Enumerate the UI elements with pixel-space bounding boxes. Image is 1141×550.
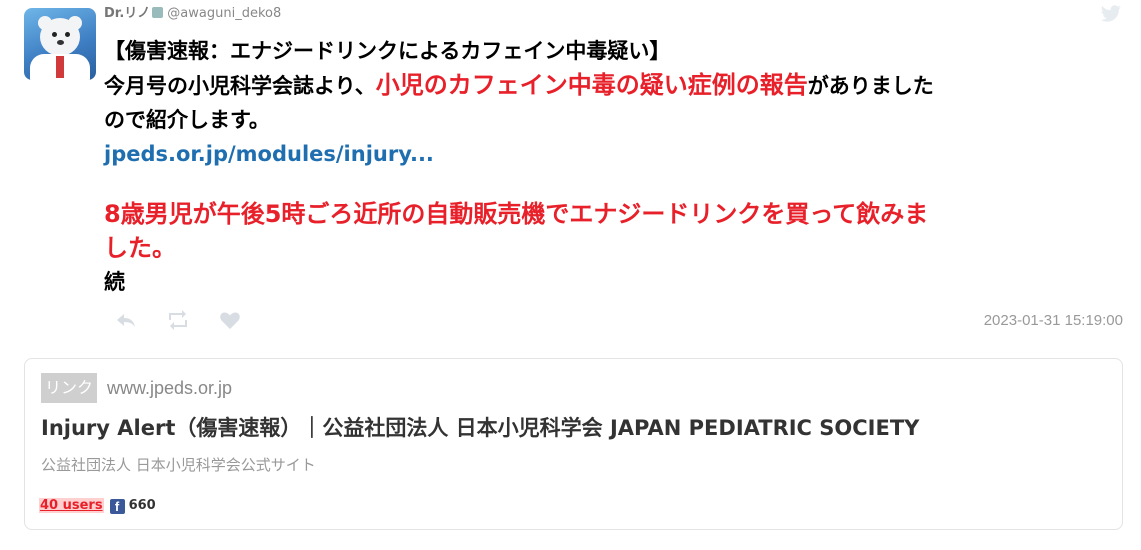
card-domain[interactable]: www.jpeds.or.jp [107, 373, 232, 403]
bookmark-users-link[interactable]: 40 users [39, 498, 104, 513]
like-icon[interactable] [218, 308, 242, 332]
tweet-line-2-pre: 今月号の小児科学会誌より、 [104, 74, 376, 98]
card-stats: 40 users f 660 [39, 495, 156, 517]
tweet-continued: 続 [104, 270, 125, 294]
facebook-icon: f [109, 499, 125, 514]
avatar-nose [57, 40, 64, 45]
display-name[interactable]: Dr.リノ [104, 6, 150, 21]
tweet-red-line-2: した。 [104, 234, 176, 262]
tweet-highlight: 小児のカフェイン中毒の疑い症例の報告 [375, 71, 808, 99]
name-emoji-icon [152, 7, 164, 18]
tweet-timestamp[interactable]: 2023-01-31 15:19:00 [984, 312, 1123, 329]
tweet-link[interactable]: jpeds.or.jp/modules/injury... [104, 137, 1119, 171]
link-card[interactable]: リンク www.jpeds.or.jp Injury Alert（傷害速報）｜公… [24, 358, 1123, 530]
link-tag: リンク [41, 373, 98, 403]
card-title[interactable]: Injury Alert（傷害速報）｜公益社団法人 日本小児科学会 JAPAN … [41, 413, 919, 443]
retweet-icon[interactable] [166, 308, 190, 332]
tweet-line-2: 今月号の小児科学会誌より、小児のカフェイン中毒の疑い症例の報告がありました [104, 68, 1119, 103]
avatar-eye-left [52, 32, 57, 37]
tweet-header: Dr.リノ @awaguni_deko8 [104, 5, 281, 23]
reply-icon[interactable] [114, 308, 138, 332]
avatar-tie [56, 56, 64, 78]
tweet-line-2-post: がありました [807, 74, 934, 98]
tweet: Dr.リノ @awaguni_deko8 【傷害速報：エナジードリンクによるカフェ… [0, 0, 1141, 345]
tweet-line-3: ので紹介します。 [104, 108, 270, 132]
facebook-count: 660 [128, 498, 156, 513]
avatar-eye-right [65, 32, 70, 37]
tweet-body: 【傷害速報：エナジードリンクによるカフェイン中毒疑い】 今月号の小児科学会誌より… [104, 34, 1119, 299]
card-description: 公益社団法人 日本小児科学会公式サイト [41, 456, 316, 474]
tweet-red-line-1: 8歳男児が午後5時ごろ近所の自動販売機でエナジードリンクを買って飲みま [104, 200, 929, 228]
avatar-head [40, 18, 80, 56]
user-handle[interactable]: @awaguni_deko8 [167, 6, 281, 21]
twitter-bird-icon[interactable] [1100, 5, 1122, 23]
tweet-line-1: 【傷害速報：エナジードリンクによるカフェイン中毒疑い】 [104, 39, 671, 63]
avatar[interactable] [24, 8, 96, 80]
